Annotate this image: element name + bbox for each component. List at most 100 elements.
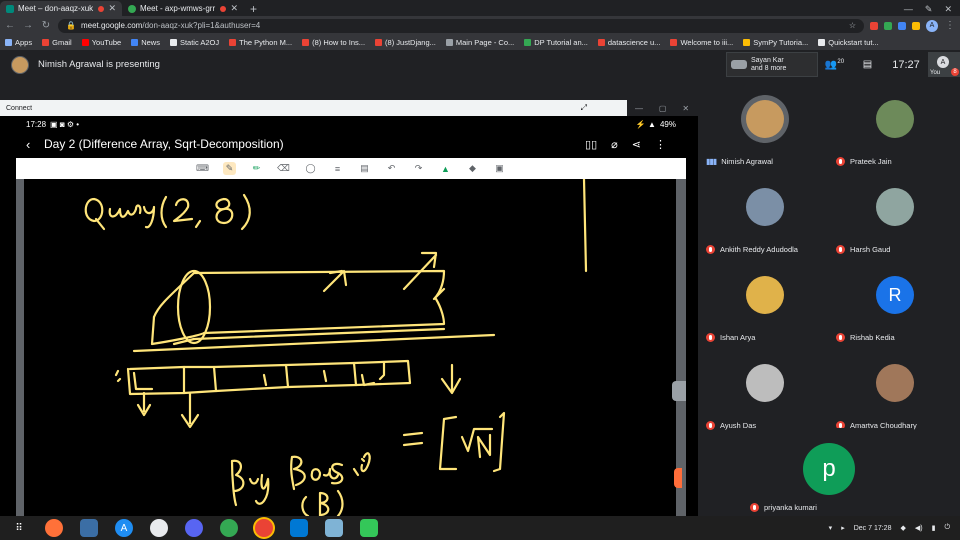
firefox-icon[interactable] (45, 519, 63, 537)
bookmark-item[interactable]: Apps (5, 38, 32, 47)
bookmark-item[interactable]: Main Page - Co... (445, 38, 514, 47)
book-icon[interactable]: ▯▯ (585, 138, 597, 151)
redo-icon[interactable]: ↷ (412, 162, 425, 175)
tray-time: 17:28 (873, 524, 892, 532)
participant-tile[interactable]: R Rishab Kedia (830, 262, 958, 350)
tab-meet-don-aaqz-xuk[interactable]: Meet – don-aaqz-xuk ✕ (0, 1, 122, 16)
more-options-icon[interactable]: ⋮ (655, 138, 666, 151)
volume-icon[interactable]: ◀) (915, 524, 923, 532)
participant-tile[interactable]: Ayush Das (700, 350, 828, 438)
participant-tile[interactable]: ▮▮▮ Nimish Agrawal (700, 86, 828, 174)
bookmark-item[interactable]: (8) JustDjang... (375, 38, 436, 47)
shapes-icon[interactable]: ◆ (466, 162, 479, 175)
star-icon[interactable]: ☆ (849, 21, 856, 30)
bookmark-item[interactable]: YouTube (81, 38, 121, 47)
bookmark-item[interactable]: datascience u... (597, 38, 660, 47)
minimize-button[interactable]: — (904, 2, 913, 16)
bookmark-item[interactable]: Quickstart tut... (818, 38, 879, 47)
tab-meet-axp-wmws-grr[interactable]: Meet - axp-wmws-grr ✕ (122, 1, 244, 16)
bookmark-favicon-icon (818, 39, 826, 46)
bookmark-item[interactable]: SymPy Tutoria... (743, 38, 808, 47)
bookmark-favicon-icon (302, 39, 310, 46)
close-tab-icon[interactable]: ✕ (230, 3, 238, 14)
bookmark-item[interactable]: DP Tutorial an... (524, 38, 588, 47)
keyboard-icon[interactable]: ⌨ (196, 162, 209, 175)
participant-tile[interactable]: p priyanka kumari (746, 428, 914, 516)
facetime-icon[interactable] (360, 519, 378, 537)
people-button[interactable]: 👥20 (818, 59, 851, 70)
lasso-icon[interactable]: ◯ (304, 162, 317, 175)
url-input[interactable]: 🔒 meet.google.com/don-aaqz-xuk?pli=1&aut… (58, 18, 864, 33)
close-icon[interactable]: ✕ (682, 104, 689, 113)
bookmark-favicon-icon (169, 39, 177, 46)
handwriting-canvas[interactable] (16, 179, 686, 516)
extension-icon[interactable] (912, 21, 920, 30)
maps-icon[interactable] (220, 519, 238, 537)
brush-icon[interactable]: ▲ (439, 162, 452, 175)
minimize-icon[interactable]: — (635, 104, 643, 113)
extension-icon[interactable] (870, 21, 878, 30)
app-store-icon[interactable]: A (115, 519, 133, 537)
scroll-handle[interactable] (672, 381, 686, 401)
participant-avatar (746, 188, 784, 226)
highlighter-icon[interactable]: ✏ (250, 162, 263, 175)
bookmark-item[interactable]: Static A2OJ (169, 38, 219, 47)
window-controls: — ✎ ✕ (896, 2, 960, 16)
participant-tile[interactable]: Ishan Arya (700, 262, 828, 350)
extension-icon[interactable] (898, 21, 906, 30)
wifi-icon[interactable]: ▾ (829, 524, 833, 532)
vscode-icon[interactable] (290, 519, 308, 537)
bookmark-item[interactable]: News (131, 38, 160, 47)
undo-icon[interactable]: ↶ (385, 162, 398, 175)
tab-title: Meet – don-aaqz-xuk (18, 4, 94, 13)
discord-icon[interactable] (185, 519, 203, 537)
status-icons: ▣ ◙ ⚙ • (50, 119, 80, 129)
bookmark-item[interactable]: Gmail (42, 38, 72, 47)
edit-button[interactable]: ✎ (925, 2, 933, 16)
participant-tile[interactable]: Ankith Reddy Adudodla (700, 174, 828, 262)
app-grid-icon[interactable]: ⠿ (10, 519, 28, 537)
battery-tray-icon[interactable]: ▮ (932, 524, 936, 532)
files-icon[interactable] (80, 519, 98, 537)
lock-icon: 🔒 (66, 21, 76, 30)
more-menu-icon[interactable]: ⋮ (944, 20, 956, 31)
tray-arrow-icon[interactable]: ▸ (841, 524, 845, 532)
clipboard-icon[interactable]: ▣ (493, 162, 506, 175)
pen-icon[interactable]: ✎ (223, 162, 236, 175)
insert-icon[interactable]: ▤ (358, 162, 371, 175)
bookmark-item[interactable]: The Python M... (229, 38, 292, 47)
maximize-icon[interactable]: ▢ (659, 104, 667, 113)
chat-icon[interactable]: ▤ (851, 59, 884, 70)
share-icon[interactable]: ⋖ (632, 138, 641, 151)
power-icon[interactable]: ⏻ (944, 524, 950, 532)
obs-icon[interactable] (150, 519, 168, 537)
text-format-icon[interactable]: ≡ (331, 162, 344, 175)
self-view-tile[interactable]: A You 8 (928, 52, 960, 77)
meet-top-bar: Nimish Agrawal is presenting Sayan Kar an… (0, 51, 960, 78)
reload-icon[interactable]: ↻ (40, 20, 52, 31)
back-arrow-icon[interactable]: ‹ (26, 137, 44, 152)
close-window-button[interactable]: ✕ (944, 2, 952, 16)
participant-avatar (746, 100, 784, 138)
eraser-icon[interactable]: ⌫ (277, 162, 290, 175)
meet-favicon-icon (6, 4, 14, 13)
profile-avatar[interactable]: A (926, 19, 938, 32)
forward-icon[interactable]: → (22, 20, 34, 31)
participant-thumbnail[interactable]: Sayan Kar and 8 more (726, 52, 818, 77)
participant-tile[interactable]: Prateek Jain (830, 86, 958, 174)
participant-name: priyanka kumari (764, 503, 817, 512)
attachment-icon[interactable]: ⌀ (611, 138, 618, 151)
extension-icon[interactable] (884, 21, 892, 30)
back-icon[interactable]: ← (4, 20, 16, 31)
editor-icon[interactable] (325, 519, 343, 537)
participant-tile[interactable]: Harsh Gaud (830, 174, 958, 262)
network-icon[interactable]: ◆ (900, 524, 905, 532)
floating-tool-handle[interactable] (674, 468, 682, 488)
participant-tile[interactable]: Amartya Choudhary (830, 350, 958, 438)
bookmark-item[interactable]: (8) How to Ins... (302, 38, 365, 47)
new-tab-button[interactable]: + (244, 2, 263, 16)
expand-icon[interactable]: ⤢ (581, 103, 587, 113)
bookmark-item[interactable]: Welcome to iii... (670, 38, 733, 47)
close-tab-icon[interactable]: ✕ (108, 3, 116, 14)
chrome-icon[interactable] (255, 519, 273, 537)
